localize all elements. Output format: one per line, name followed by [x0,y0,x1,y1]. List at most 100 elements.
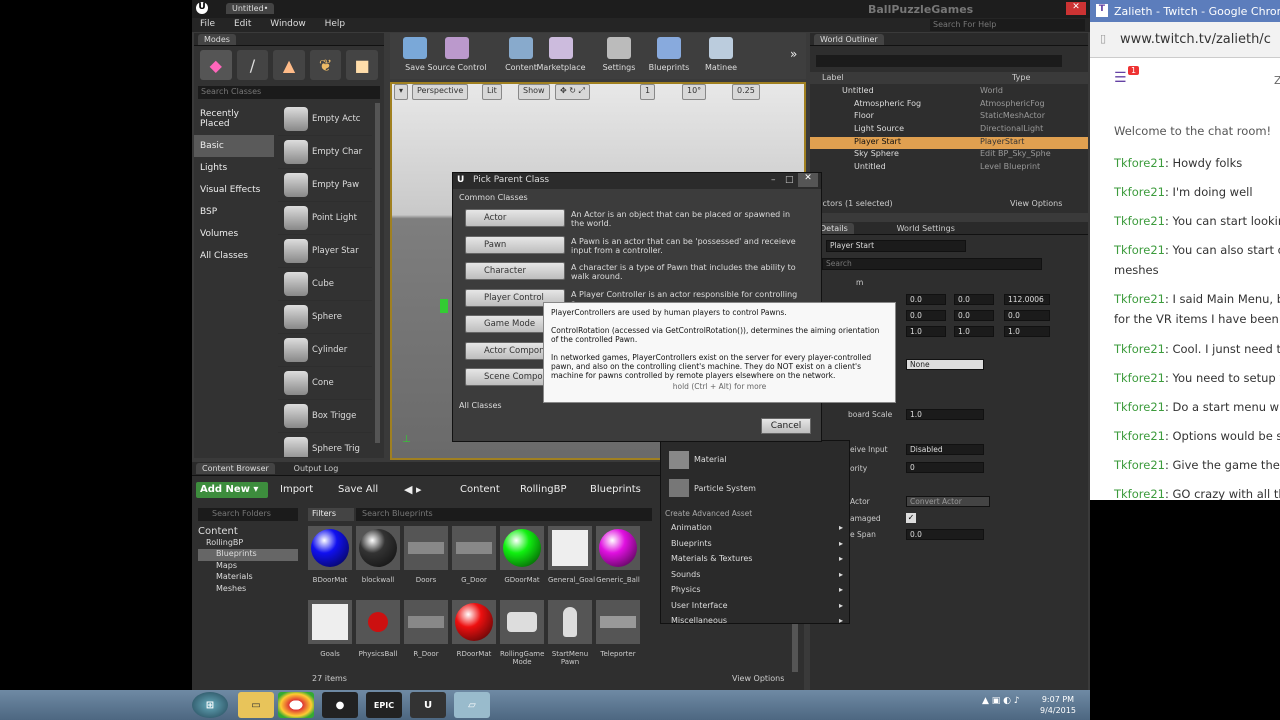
chat-username[interactable]: Tkfore21 [1114,371,1165,385]
path-rollingbp[interactable]: RollingBP [520,484,567,495]
class-list-scrollbar[interactable] [375,103,380,443]
life-span-field[interactable]: 0.0 [906,529,984,540]
scale-x[interactable]: 1.0 [906,326,946,337]
category-recently-placed[interactable]: Recently Placed [194,103,274,135]
location-z[interactable]: 112.0006 [1004,294,1050,305]
menu-user-interface[interactable]: User Interface ▸ [671,601,843,610]
filters-button[interactable]: Filters [308,508,354,521]
modes-tab[interactable]: Modes [198,34,236,45]
path-blueprints[interactable]: Blueprints [590,484,641,495]
asset-tile[interactable]: R_Door [404,600,448,658]
chat-username[interactable]: Tkfore21 [1114,429,1165,443]
placeable-item[interactable]: Empty Paw [278,169,372,202]
output-log-tab[interactable]: Output Log [294,464,339,473]
scale-y[interactable]: 1.0 [954,326,994,337]
location-x[interactable]: 0.0 [906,294,946,305]
geometry-mode-icon[interactable]: ■ [346,50,378,80]
viewport-menu-button[interactable]: ▾ [394,84,409,100]
category-bsp[interactable]: BSP [194,201,274,223]
folder-blueprints[interactable]: Blueprints [198,549,298,561]
chrome-icon[interactable] [278,692,314,718]
type-column-header[interactable]: Type [1012,73,1030,82]
all-classes-header[interactable]: All Classes [459,401,502,410]
asset-tile[interactable]: BDoorMat [308,526,352,584]
search-blueprints-input[interactable]: Search Blueprints [356,508,652,521]
placeable-item[interactable]: Cube [278,268,372,301]
content-browser-tab[interactable]: Content Browser [196,463,275,474]
chat-username[interactable]: Tkfore21 [1114,243,1165,257]
label-column-header[interactable]: Label [822,73,844,82]
close-window-button[interactable]: ✕ [1066,2,1086,15]
convert-actor-dropdown[interactable]: Convert Actor [906,496,990,507]
world-outliner-tab[interactable]: World Outliner [814,34,884,45]
nav-back-forward[interactable]: ◀ ▸ [404,483,421,496]
chat-username[interactable]: Tkfore21 [1114,214,1165,228]
folder-materials[interactable]: Materials [198,572,298,584]
toolbar-source-control-button[interactable]: Source Control [426,37,488,72]
outliner-row[interactable]: Untitled Level Blueprint [810,162,1088,175]
menu-material[interactable]: Material [694,455,727,464]
details-search-input[interactable]: Search [822,258,1042,270]
file-explorer-icon[interactable]: ▭ [238,692,274,718]
menu-physics[interactable]: Physics ▸ [671,585,843,594]
asset-tile[interactable]: G_Door [452,526,496,584]
billboard-scale-field[interactable]: 1.0 [906,409,984,420]
content-view-options[interactable]: View Options [732,674,784,683]
add-new-button[interactable]: Add New ▾ [196,482,268,498]
dialog-maximize-button[interactable]: □ [785,175,794,185]
class-button-actor[interactable]: Actor [465,209,565,227]
dialog-close-button[interactable]: ✕ [798,173,818,187]
foliage-mode-icon[interactable]: ❦ [309,50,342,80]
chat-username[interactable]: Tkfore21 [1114,487,1165,501]
rotation-x[interactable]: 0.0 [906,310,946,321]
app-taskbar-icon[interactable]: ▱ [454,692,490,718]
class-button-pawn[interactable]: Pawn [465,235,565,254]
placeable-item[interactable]: Point Light [278,202,372,235]
dialog-minimize-button[interactable]: – [771,175,776,185]
path-content[interactable]: Content [460,484,500,495]
toolbar-marketplace-button[interactable]: Marketplace [536,37,586,72]
asset-tile[interactable]: Generic_Ball [596,526,640,584]
landscape-mode-icon[interactable]: ▲ [273,50,305,80]
asset-tile[interactable]: Goals [308,600,352,658]
url-field[interactable]: www.twitch.tv/zalieth/c [1120,32,1271,47]
outliner-row[interactable]: Light Source DirectionalLight [810,124,1088,137]
input-priority-field[interactable]: 0 [906,462,984,473]
chat-username[interactable]: Tkfore21 [1114,342,1165,356]
asset-tile[interactable]: General_Goal [548,526,595,584]
asset-tile[interactable]: Doors [404,526,448,584]
mobility-dropdown[interactable]: None [906,359,984,370]
start-button-icon[interactable]: ⊞ [192,692,228,718]
rotation-y[interactable]: 0.0 [954,310,994,321]
lit-button[interactable]: Lit [482,84,502,100]
outliner-row[interactable]: Atmospheric Fog AtmosphericFog [810,99,1088,112]
world-settings-tab[interactable]: World Settings [897,224,955,233]
chat-username[interactable]: Tkfore21 [1114,185,1165,199]
menu-miscellaneous[interactable]: Miscellaneous ▸ [671,616,843,625]
chat-username[interactable]: Tkfore21 [1114,458,1165,472]
placeable-item[interactable]: Empty Char [278,136,372,169]
chat-username[interactable]: Tkfore21 [1114,400,1165,414]
menu-blueprints[interactable]: Blueprints ▸ [671,539,843,548]
tray-icons[interactable]: ▲ ▣ ◐ ♪ [982,696,1020,706]
auto-receive-input-dropdown[interactable]: Disabled [906,444,984,455]
outliner-row[interactable]: Sky Sphere Edit BP_Sky_Sphe [810,149,1088,162]
grid-snap-count[interactable]: 1 [640,84,656,100]
unreal-taskbar-icon[interactable]: U [410,692,446,718]
asset-tile[interactable]: blockwall [356,526,400,584]
chat-username[interactable]: Tkfore21 [1114,292,1165,306]
class-button-character[interactable]: Character [465,262,565,280]
toolbar-settings-button[interactable]: Settings [594,37,644,72]
save-all-button[interactable]: Save All [338,484,378,495]
folder-content[interactable]: Content [198,526,298,538]
chat-menu-icon[interactable]: ☰ [1114,70,1127,86]
asset-tile[interactable]: RollingGame Mode [500,600,544,666]
asset-tile[interactable]: Teleporter [596,600,640,658]
asset-tile[interactable]: PhysicsBall [356,600,400,658]
toolbar-blueprints-button[interactable]: Blueprints [644,37,694,72]
clock[interactable]: 9:07 PM 9/4/2015 [1040,694,1076,716]
folder-rollingbp[interactable]: RollingBP [198,538,298,550]
can-be-damaged-checkbox[interactable]: ✓ [906,513,916,523]
menu-edit[interactable]: Edit [234,19,251,29]
search-folders-input[interactable]: Search Folders [198,508,298,521]
